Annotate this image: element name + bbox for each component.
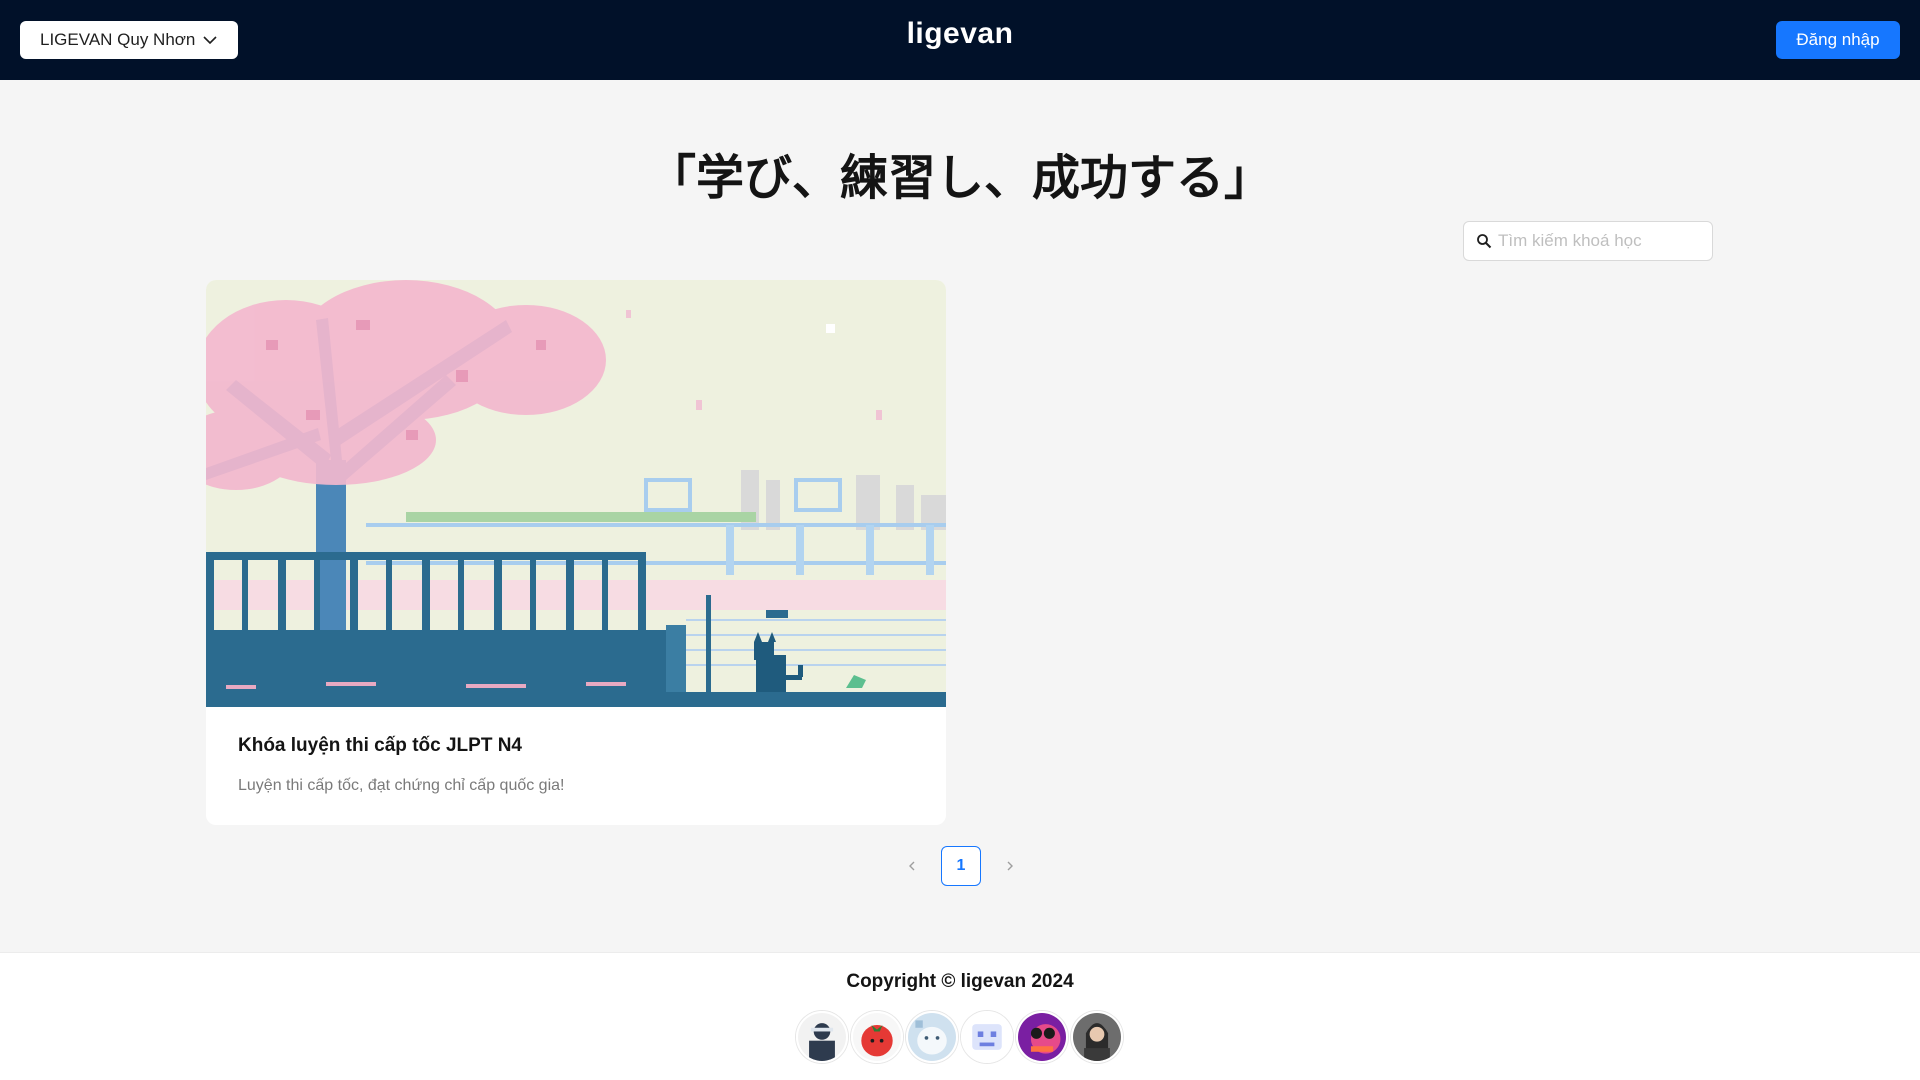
course-card[interactable]: Khóa luyện thi cấp tốc JLPT N4 Luyện thi… xyxy=(206,280,946,825)
chevron-left-icon xyxy=(909,861,915,871)
team-avatars xyxy=(796,1011,1123,1063)
course-search[interactable] xyxy=(1463,221,1713,261)
page-title: 「学び、練習し、成功する」 xyxy=(647,150,1272,206)
next-page-button[interactable] xyxy=(991,846,1029,886)
course-cover-image xyxy=(206,280,946,707)
avatar[interactable] xyxy=(851,1011,903,1063)
branch-select[interactable]: LIGEVAN Quy Nhơn xyxy=(20,21,238,59)
login-button[interactable]: Đăng nhập xyxy=(1776,21,1900,59)
pagination: 1 xyxy=(893,846,1029,886)
avatar[interactable] xyxy=(1071,1011,1123,1063)
avatar[interactable] xyxy=(1016,1011,1068,1063)
course-title[interactable]: Khóa luyện thi cấp tốc JLPT N4 xyxy=(238,735,914,757)
avatar[interactable] xyxy=(906,1011,958,1063)
branch-select-value: LIGEVAN Quy Nhơn xyxy=(40,30,196,49)
chevron-down-icon xyxy=(203,36,217,45)
course-description: Luyện thi cấp tốc, đạt chứng chỉ cấp quố… xyxy=(238,777,565,794)
chevron-right-icon xyxy=(1007,861,1013,871)
top-navbar: LIGEVAN Quy Nhơn ligevan Đăng nhập xyxy=(0,0,1920,80)
avatar[interactable] xyxy=(961,1011,1013,1063)
search-icon xyxy=(1477,234,1492,249)
course-card-body: Khóa luyện thi cấp tốc JLPT N4 Luyện thi… xyxy=(206,707,946,823)
copyright-text: Copyright © ligevan 2024 xyxy=(846,971,1074,992)
prev-page-button[interactable] xyxy=(893,846,931,886)
search-input[interactable] xyxy=(1498,231,1698,251)
site-logo[interactable]: ligevan xyxy=(907,17,1014,51)
avatar[interactable] xyxy=(796,1011,848,1063)
page-number-button[interactable]: 1 xyxy=(941,846,981,886)
footer: Copyright © ligevan 2024 xyxy=(0,952,1920,1080)
